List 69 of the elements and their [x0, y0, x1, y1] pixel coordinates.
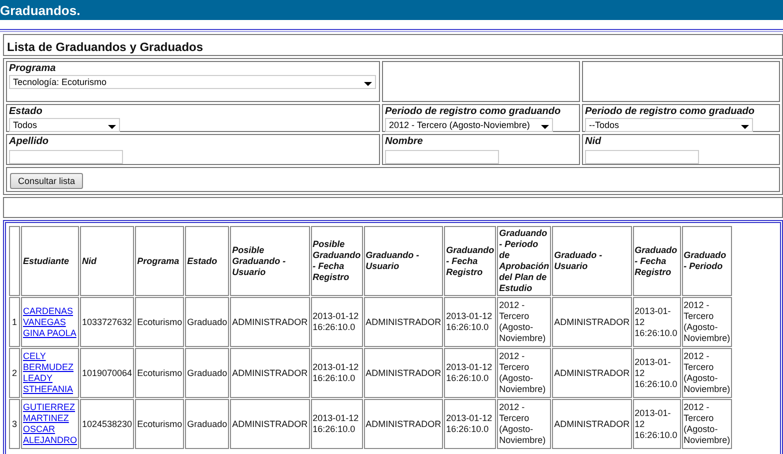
table-cell: 2013-01-12 16:26:10.0	[444, 348, 496, 398]
table-cell: 2012 - Tercero (Agosto-Noviembre)	[682, 348, 732, 398]
field-label: Periodo de registro como graduado	[585, 106, 756, 118]
caret-icon	[108, 124, 116, 128]
column-header: Graduando - Periodo de Aprobación del Plan de Estudio	[497, 226, 552, 296]
dropdown[interactable]: Todos	[9, 118, 120, 132]
caret-icon	[741, 124, 749, 128]
table-cell: 2012 - Tercero (Agosto-Noviembre)	[497, 297, 552, 347]
table-cell: ADMINISTRADOR	[230, 348, 310, 398]
table-cell: Graduado	[185, 297, 230, 347]
table-cell: 2013-01-12 16:26:10.0	[310, 348, 363, 398]
table-cell: 2012 - Tercero (Agosto-Noviembre)	[497, 348, 552, 398]
column-header: Graduado - Usuario	[552, 226, 632, 296]
table-cell: 2	[9, 348, 20, 398]
column-header: Graduado - Fecha Registro	[632, 226, 681, 296]
table-cell: Ecoturismo	[135, 348, 184, 398]
table-cell: ADMINISTRADOR	[364, 297, 444, 347]
table-cell: Ecoturismo	[135, 297, 184, 347]
table-cell: 2013-01-12 16:26:10.0	[632, 399, 681, 449]
table-cell: ADMINISTRADOR	[364, 348, 444, 398]
dropdown[interactable]: --Todos	[585, 118, 753, 132]
table-cell: 1024538230	[80, 399, 134, 449]
dropdown[interactable]: Tecnología: Ecoturismo	[9, 75, 376, 89]
column-header: Graduando - Fecha Registro	[444, 226, 496, 296]
table-cell: 2012 - Tercero (Agosto-Noviembre)	[682, 297, 732, 347]
dropdown[interactable]: 2012 - Tercero (Agosto-Noviembre)	[385, 118, 553, 132]
table-cell: 1033727632	[80, 297, 134, 347]
table-cell: Ecoturismo	[135, 399, 184, 449]
column-header: Posible Graduando - Usuario	[230, 226, 310, 296]
table-cell: 2013-01-12 16:26:10.0	[310, 297, 363, 347]
column-header: Posible Graduando - Fecha Registro	[310, 226, 363, 296]
table-cell: 2012 - Tercero (Agosto-Noviembre)	[682, 399, 732, 449]
column-header: Graduando - Usuario	[364, 226, 444, 296]
input-field[interactable]	[385, 150, 499, 164]
field-label: Nid	[585, 136, 602, 148]
field-label: Programa	[9, 63, 57, 75]
table-cell: Graduado	[185, 348, 230, 398]
table-cell: 2013-01-12 16:26:10.0	[444, 297, 496, 347]
page-title: Graduandos.	[0, 2, 80, 18]
table-cell: 2013-01-12 16:26:10.0	[632, 297, 681, 347]
table-cell: 3	[9, 399, 20, 449]
column-header: Estudiante	[21, 226, 79, 296]
table-cell: ADMINISTRADOR	[552, 399, 632, 449]
input-field[interactable]	[9, 150, 123, 164]
field-label: Apellido	[9, 136, 50, 148]
table-cell: Graduado	[185, 399, 230, 449]
caret-icon	[364, 82, 372, 86]
caret-icon	[541, 124, 549, 128]
table-cell: 2013-01-12 16:26:10.0	[632, 348, 681, 398]
table-cell: ADMINISTRADOR	[230, 399, 310, 449]
table-cell: 2013-01-12 16:26:10.0	[310, 399, 363, 449]
table-cell: 1019070064	[80, 348, 134, 398]
table-cell: 1	[9, 297, 20, 347]
column-header: Nid	[80, 226, 134, 296]
input-field[interactable]	[585, 150, 699, 164]
table-cell: ADMINISTRADOR	[230, 297, 310, 347]
column-header: Graduado - Periodo	[682, 226, 732, 296]
field-label: Estado	[9, 106, 44, 118]
table-cell: 2012 - Tercero (Agosto-Noviembre)	[497, 399, 552, 449]
table-cell: ADMINISTRADOR	[552, 297, 632, 347]
column-header: Programa	[135, 226, 184, 296]
column-header: Estado	[185, 226, 230, 296]
field-label: Periodo de registro como graduando	[385, 106, 562, 118]
field-label: Nombre	[385, 136, 424, 148]
table-cell: ADMINISTRADOR	[364, 399, 444, 449]
section-title: Lista de Graduandos y Graduados	[7, 40, 204, 54]
table-cell: ADMINISTRADOR	[552, 348, 632, 398]
table-cell: 2013-01-12 16:26:10.0	[444, 399, 496, 449]
submit-button[interactable]: Consultar lista	[10, 173, 84, 189]
